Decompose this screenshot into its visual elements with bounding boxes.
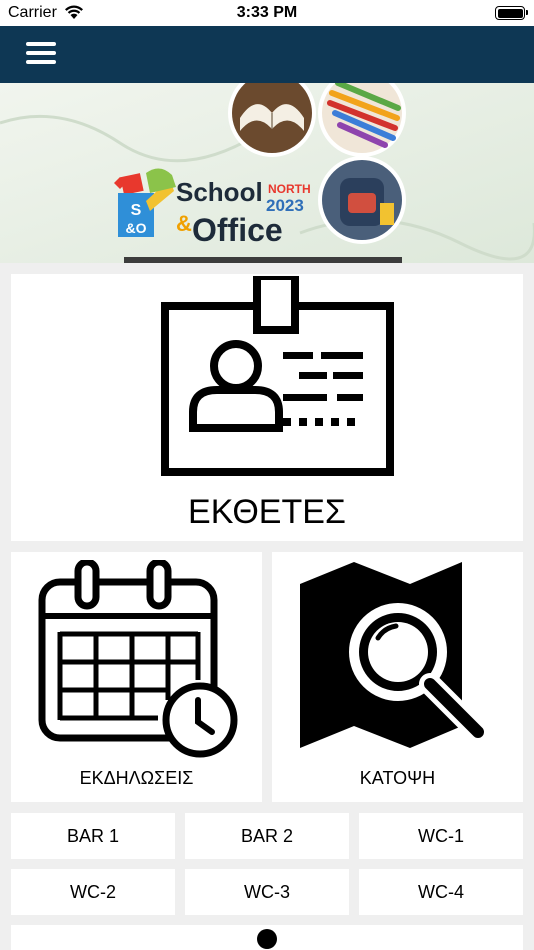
status-bar: Carrier 3:33 PM [0,0,534,26]
exhibitors-tile[interactable]: ΕΚΘΕΤΕΣ [11,274,523,541]
banner-logo-s: S [131,202,142,219]
map-search-icon [300,562,489,748]
banner-title-amp: & [176,211,192,236]
bar-1-button[interactable]: BAR 1 [11,813,175,859]
wc-2-button[interactable]: WC-2 [11,869,175,915]
calendar-clock-icon [38,560,238,758]
banner-artwork: S &O School & Office NORTH 2023 [0,83,534,263]
banner-title-office: Office [192,212,283,248]
wc-3-button[interactable]: WC-3 [185,869,349,915]
wc-4-button[interactable]: WC-4 [359,869,523,915]
floorplan-tile[interactable]: ΚΑΤΟΨΗ [272,552,523,802]
hamburger-menu-icon[interactable] [26,42,56,66]
banner-title-school: School [176,177,263,207]
banner-north: NORTH [268,182,311,196]
floorplan-label: ΚΑΤΟΨΗ [359,768,436,788]
clock: 3:33 PM [236,4,298,21]
banner-logo-o: &O [126,220,147,236]
bar-2-button[interactable]: BAR 2 [185,813,349,859]
navbar [0,26,534,83]
event-banner: S &O School & Office NORTH 2023 [0,83,534,263]
events-tile[interactable]: ΕΚΔΗΛΩΣΕΙΣ [11,552,262,802]
id-badge-icon [161,276,394,476]
user-icon [257,929,277,949]
events-label: ΕΚΔΗΛΩΣΕΙΣ [79,768,194,788]
battery-icon [495,6,528,20]
exhibitors-label: ΕΚΘΕΤΕΣ [188,493,346,531]
banner-year: 2023 [266,196,304,215]
profile-tile[interactable] [11,925,523,950]
wc-1-button[interactable]: WC-1 [359,813,523,859]
